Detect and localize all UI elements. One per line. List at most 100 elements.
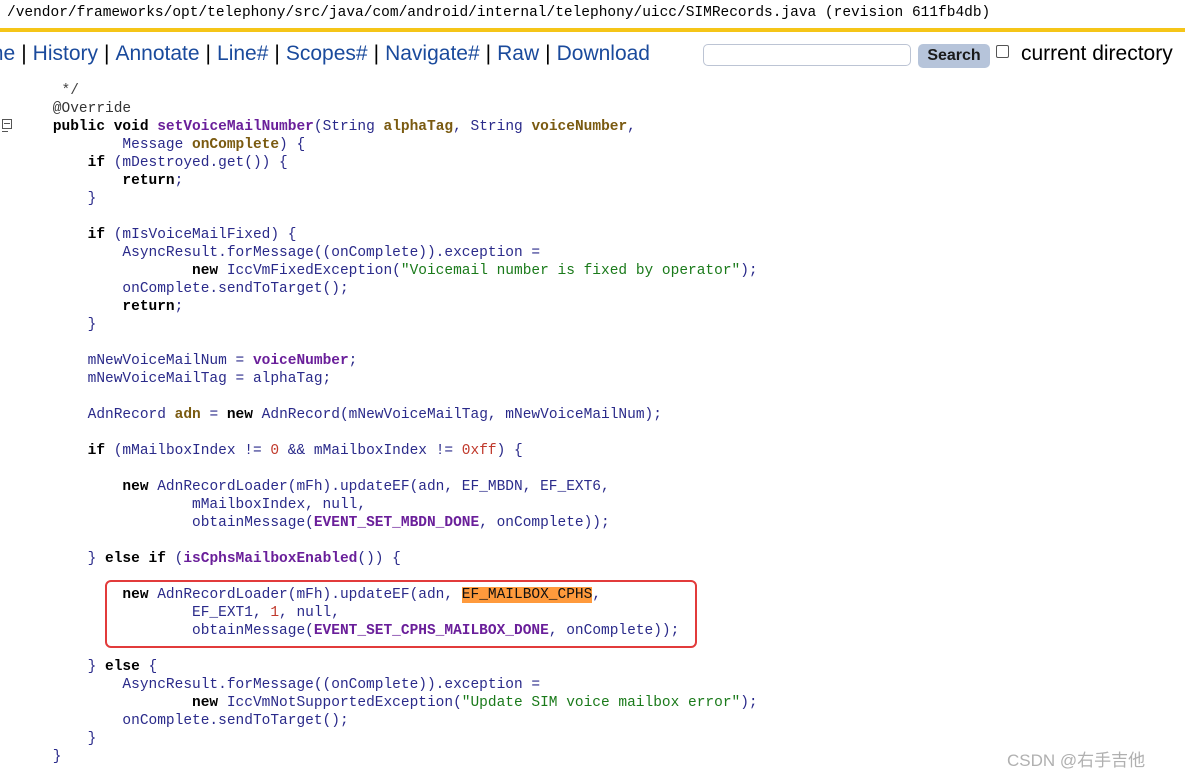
code-line: return; (18, 172, 183, 190)
code-token: voiceNumber (252, 353, 349, 369)
code-line: if (mDestroyed.get()) { (18, 154, 288, 172)
code-token: } (18, 551, 106, 567)
code-token: } (18, 191, 97, 207)
code-line: new AdnRecordLoader(mFh).updateEF(adn, E… (18, 478, 610, 496)
code-line: */ (18, 82, 79, 100)
code-token: onComplete.sendToTarget(); (18, 713, 349, 729)
code-token: ) { (279, 137, 306, 153)
code-line: Message onComplete) { (18, 136, 305, 154)
code-token: adn (174, 407, 201, 423)
code-token: return (122, 299, 175, 315)
code-token: = (200, 407, 227, 423)
code-token: new (192, 263, 219, 279)
code-token: voiceNumber (531, 119, 628, 135)
code-line: } (18, 190, 97, 208)
code-line: @Override (18, 100, 131, 118)
code-token: ); (740, 263, 758, 279)
code-token: (mDestroyed.get()) { (105, 155, 288, 171)
code-token: 0xff (461, 443, 497, 459)
nav-separator: | (21, 42, 27, 65)
code-token: alphaTag (383, 119, 454, 135)
code-token: setVoiceMailNumber (157, 119, 314, 135)
code-line: new IccVmFixedException("Voicemail numbe… (18, 262, 758, 280)
code-token: new (122, 479, 149, 495)
code-line: } else { (18, 658, 158, 676)
code-token: , String (453, 119, 532, 135)
code-token: public void (52, 119, 158, 135)
current-directory-label: current directory (1021, 42, 1173, 65)
nav-link-me[interactable]: me (0, 42, 15, 65)
code-token: } (18, 317, 97, 333)
code-line: } (18, 748, 62, 766)
code-token: IccVmNotSupportedException( (218, 695, 462, 711)
code-line: AsyncResult.forMessage((onComplete)).exc… (18, 676, 540, 694)
code-token: mNewVoiceMailNum = (18, 353, 253, 369)
code-token: ( (165, 551, 184, 567)
code-token: "Update SIM voice mailbox error" (461, 695, 741, 711)
nav-link-annotate[interactable]: Annotate (115, 42, 199, 65)
code-token: ) { (496, 443, 523, 459)
code-token: ); (740, 695, 758, 711)
search-input[interactable] (703, 44, 911, 66)
code-token: "Voicemail number is fixed by operator" (400, 263, 741, 279)
code-token: { (139, 659, 158, 675)
nav-link-scopes[interactable]: Scopes# (286, 42, 368, 65)
fold-toggle-icon[interactable] (2, 119, 12, 132)
code-token: else if (105, 551, 166, 567)
code-line: AdnRecord adn = new AdnRecord(mNewVoiceM… (18, 406, 662, 424)
nav-link-download[interactable]: Download (557, 42, 650, 65)
code-token: onComplete (192, 137, 280, 153)
code-token: IccVmFixedException( (218, 263, 401, 279)
nav-separator: | (485, 42, 492, 65)
code-token: } (18, 749, 62, 765)
code-token: mMailboxIndex, null, (18, 497, 367, 513)
nav-link-navigate[interactable]: Navigate# (385, 42, 480, 65)
code-token: ; (348, 353, 358, 369)
code-token: if (87, 227, 106, 243)
code-token: AdnRecord (18, 407, 175, 423)
code-line: new IccVmNotSupportedException("Update S… (18, 694, 758, 712)
highlight-annotation-box (105, 580, 697, 648)
code-token: if (87, 443, 106, 459)
header-divider (0, 28, 1185, 32)
code-token: if (87, 155, 106, 171)
code-token: , (627, 119, 636, 135)
nav-link-raw[interactable]: Raw (497, 42, 539, 65)
code-token: return (122, 173, 175, 189)
code-token: ()) { (357, 551, 401, 567)
code-token: } (18, 659, 106, 675)
search-button[interactable]: Search (918, 44, 990, 68)
code-token: Message (18, 137, 193, 153)
code-token: new (226, 407, 253, 423)
code-line: AsyncResult.forMessage((onComplete)).exc… (18, 244, 540, 262)
code-token: else (105, 659, 140, 675)
code-line: onComplete.sendToTarget(); (18, 712, 349, 730)
code-token: AdnRecordLoader(mFh).updateEF(adn, EF_MB… (148, 479, 610, 495)
code-token: @Override (18, 101, 132, 117)
current-directory-checkbox[interactable] (996, 45, 1009, 58)
nav-link-history[interactable]: History (33, 42, 98, 65)
nav-separator: | (205, 42, 212, 65)
code-token: , onComplete)); (479, 515, 610, 531)
code-token: AsyncResult.forMessage((onComplete)).exc… (18, 245, 541, 261)
code-token: (String (313, 119, 384, 135)
code-line: mNewVoiceMailNum = voiceNumber; (18, 352, 358, 370)
code-token: AdnRecord(mNewVoiceMailTag, mNewVoiceMai… (252, 407, 662, 423)
code-line: if (mIsVoiceMailFixed) { (18, 226, 297, 244)
code-token: */ (18, 83, 79, 99)
code-token: onComplete.sendToTarget(); (18, 281, 349, 297)
watermark: CSDN @右手吉他 (1007, 751, 1146, 770)
nav-link-line[interactable]: Line# (217, 42, 268, 65)
nav-separator: | (545, 42, 551, 65)
code-line: public void setVoiceMailNumber(String al… (18, 118, 636, 136)
code-line: if (mMailboxIndex != 0 && mMailboxIndex … (18, 442, 523, 460)
nav-separator: | (274, 42, 280, 65)
file-path-header: /vendor/frameworks/opt/telephony/src/jav… (7, 5, 991, 21)
code-token: } (18, 731, 97, 747)
